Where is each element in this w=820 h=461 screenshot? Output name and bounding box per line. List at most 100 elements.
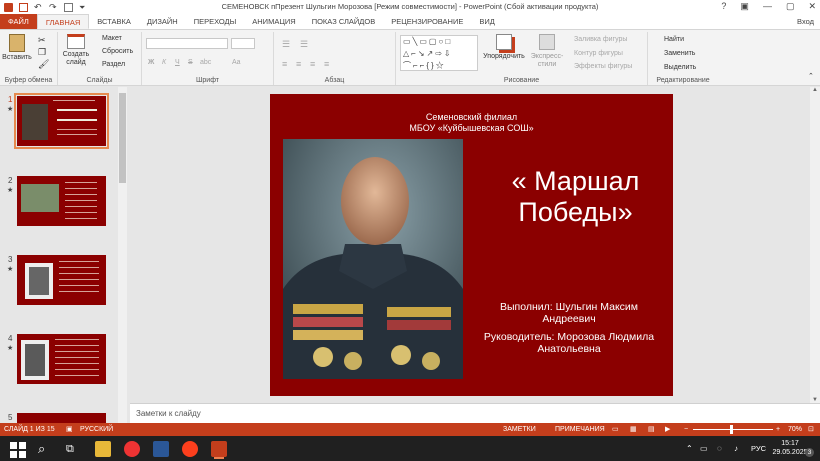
slide-thumbnail-5[interactable] (17, 413, 106, 423)
sign-in-link[interactable]: Вход (797, 17, 814, 26)
redo-icon[interactable]: ↷ (49, 2, 58, 12)
file-explorer-icon[interactable] (95, 441, 111, 457)
tab-insert[interactable]: ВСТАВКА (89, 14, 139, 29)
fit-slide-icon[interactable]: ⊡ (808, 423, 814, 436)
bullets-icon[interactable]: ☰ (282, 39, 290, 50)
tab-slideshow[interactable]: ПОКАЗ СЛАЙДОВ (304, 14, 384, 29)
italic-button[interactable]: К (162, 59, 166, 66)
slide-thumbnail-4[interactable] (17, 334, 106, 384)
quick-styles-button[interactable]: Экспресс-стили (527, 34, 567, 69)
slide-thumbnail-3[interactable] (17, 255, 106, 305)
arrange-icon (496, 34, 512, 50)
zoom-in-button[interactable]: + (776, 423, 780, 436)
ribbon-display-button[interactable]: ▣ (740, 1, 749, 12)
comments-button[interactable]: ПРИМЕЧАНИЯ (555, 423, 605, 436)
thumbnail-number: 1 (8, 95, 13, 104)
tab-animations[interactable]: АНИМАЦИЯ (244, 14, 303, 29)
help-button[interactable]: ? (721, 1, 726, 12)
volume-icon[interactable]: ♪ (734, 444, 738, 453)
slideshow-view-icon[interactable]: ▶ (665, 423, 670, 436)
sorter-view-icon[interactable]: ▦ (630, 423, 637, 436)
reading-view-icon[interactable]: ▤ (648, 423, 655, 436)
new-slide-button[interactable]: Создать слайд (61, 34, 91, 67)
zoom-out-button[interactable]: − (684, 423, 688, 436)
clock[interactable]: 15:17 29.05.2025 (770, 439, 810, 457)
portrait-image[interactable] (283, 139, 463, 379)
justify-icon[interactable]: ≡ (324, 59, 329, 69)
zoom-level[interactable]: 70% (788, 423, 802, 436)
notes-pane[interactable]: Заметки к слайду (130, 403, 820, 423)
powerpoint-taskbar-icon[interactable] (211, 441, 227, 457)
format-painter-icon[interactable]: 🖌 (38, 59, 49, 70)
font-name-field[interactable] (146, 38, 228, 49)
zoom-slider[interactable] (693, 425, 773, 434)
thumbnail-scrollbar[interactable] (118, 87, 127, 423)
slide-scrollbar[interactable]: ▲ ▼ (810, 87, 820, 403)
maximize-button[interactable]: ▢ (786, 1, 795, 12)
task-view-icon[interactable]: ⧉ (66, 441, 82, 457)
bold-button[interactable]: Ж (148, 59, 154, 66)
layout-button[interactable]: Макет (102, 35, 122, 42)
search-icon[interactable]: ⌕ (38, 441, 54, 457)
collapse-ribbon-icon[interactable]: ⌃ (808, 72, 814, 80)
word-icon[interactable] (153, 441, 169, 457)
language-indicator[interactable]: РУССКИЙ (80, 423, 113, 436)
slide-thumbnail-2[interactable] (17, 176, 106, 226)
network-icon[interactable]: ◌ (717, 444, 722, 453)
select-button[interactable]: Выделить (664, 64, 696, 71)
tab-view[interactable]: ВИД (471, 14, 502, 29)
shadow-button[interactable]: abc (200, 59, 211, 66)
align-right-icon[interactable]: ≡ (310, 59, 315, 69)
slide-author-text[interactable]: Выполнил: Шульгин Максим Андреевич Руков… (466, 301, 672, 355)
tab-file[interactable]: ФАЙЛ (0, 14, 37, 29)
tab-review[interactable]: РЕЦЕНЗИРОВАНИЕ (383, 14, 471, 29)
align-center-icon[interactable]: ≡ (296, 59, 301, 69)
tray-chevron-icon[interactable]: ⌃ (686, 444, 693, 453)
customize-qat-icon[interactable]: ⏷ (79, 3, 88, 12)
windows-start-icon[interactable] (10, 442, 26, 458)
slide-subtitle[interactable]: Семеновский филиал МБОУ «Куйбышевская СО… (270, 112, 673, 134)
shape-fill-button[interactable]: Заливка фигуры (574, 36, 627, 43)
notes-button[interactable]: ЗАМЕТКИ (503, 423, 536, 436)
zoom-slider-thumb[interactable] (730, 425, 733, 434)
align-left-icon[interactable]: ≡ (282, 59, 287, 69)
spellcheck-icon[interactable]: ▣ (66, 423, 73, 436)
undo-icon[interactable]: ↶ (34, 2, 43, 12)
yandex-icon[interactable] (182, 441, 198, 457)
replace-button[interactable]: Заменить (664, 50, 695, 57)
underline-button[interactable]: Ч (175, 59, 180, 66)
font-size-field[interactable] (231, 38, 255, 49)
slide[interactable]: Семеновский филиал МБОУ «Куйбышевская СО… (270, 94, 673, 396)
numbering-icon[interactable]: ☰ (300, 39, 308, 50)
tab-transitions[interactable]: ПЕРЕХОДЫ (186, 14, 245, 29)
start-slideshow-icon[interactable] (64, 2, 73, 12)
shapes-gallery[interactable]: ▭╲▭▢○□ △⌐↘↗⇨⇩ ⌒⌐⌐{}☆ (400, 35, 478, 71)
section-button[interactable]: Раздел (102, 61, 125, 68)
change-case-button[interactable]: Aa (232, 59, 241, 66)
group-font: Ж К Ч S abc Aa Шрифт (142, 32, 274, 85)
cut-icon[interactable]: ✂ (38, 35, 46, 46)
tab-design[interactable]: ДИЗАЙН (139, 14, 186, 29)
shape-outline-button[interactable]: Контур фигуры (574, 50, 623, 57)
input-language[interactable]: РУС (751, 444, 766, 453)
arrange-button[interactable]: Упорядочить (482, 34, 526, 61)
window-controls: ? ▣ — ▢ ✕ (721, 1, 816, 12)
close-button[interactable]: ✕ (808, 1, 816, 12)
yandex-browser-icon[interactable] (124, 441, 140, 457)
normal-view-icon[interactable]: ▭ (612, 423, 619, 436)
notification-badge[interactable]: 3 (805, 448, 814, 457)
tab-home[interactable]: ГЛАВНАЯ (36, 14, 90, 29)
copy-icon[interactable]: ❐ (38, 47, 46, 58)
scroll-up-icon[interactable]: ▲ (812, 87, 818, 93)
minimize-button[interactable]: — (763, 1, 772, 12)
save-icon[interactable] (19, 2, 28, 12)
slide-title[interactable]: « Маршал Победы» (488, 166, 663, 228)
strikethrough-button[interactable]: S (188, 59, 193, 66)
slide-thumbnail-1[interactable] (14, 93, 109, 149)
reset-button[interactable]: Сбросить (102, 48, 133, 55)
paste-button[interactable]: Вставить (2, 34, 32, 62)
shape-effects-button[interactable]: Эффекты фигуры (574, 63, 632, 70)
battery-icon[interactable]: ▭ (700, 444, 708, 453)
find-button[interactable]: Найти (664, 36, 684, 43)
slide-counter: СЛАЙД 1 ИЗ 15 (4, 426, 55, 433)
